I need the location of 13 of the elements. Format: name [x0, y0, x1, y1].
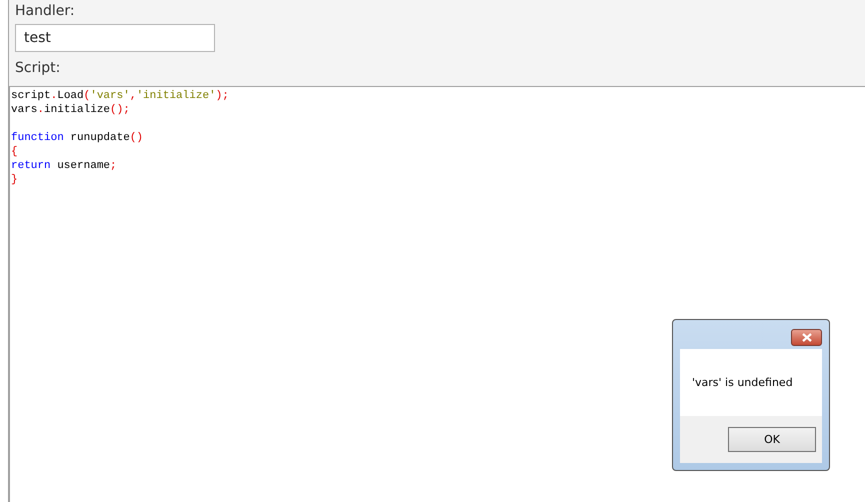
code-line: script.Load('vars','initialize'); [11, 89, 230, 103]
code-line: return username; [11, 159, 118, 173]
code-line: { [11, 145, 19, 159]
handler-label: Handler: [15, 2, 75, 21]
error-message: 'vars' is undefined [692, 376, 793, 389]
code-line: vars.initialize(); [11, 103, 131, 117]
ok-button[interactable]: OK [728, 427, 816, 452]
close-button[interactable] [791, 329, 822, 346]
handler-field[interactable]: test [15, 24, 215, 52]
script-label: Script: [15, 59, 60, 78]
code-line: function runupdate() [11, 131, 144, 145]
close-icon [802, 333, 812, 342]
code-line: } [11, 173, 19, 187]
